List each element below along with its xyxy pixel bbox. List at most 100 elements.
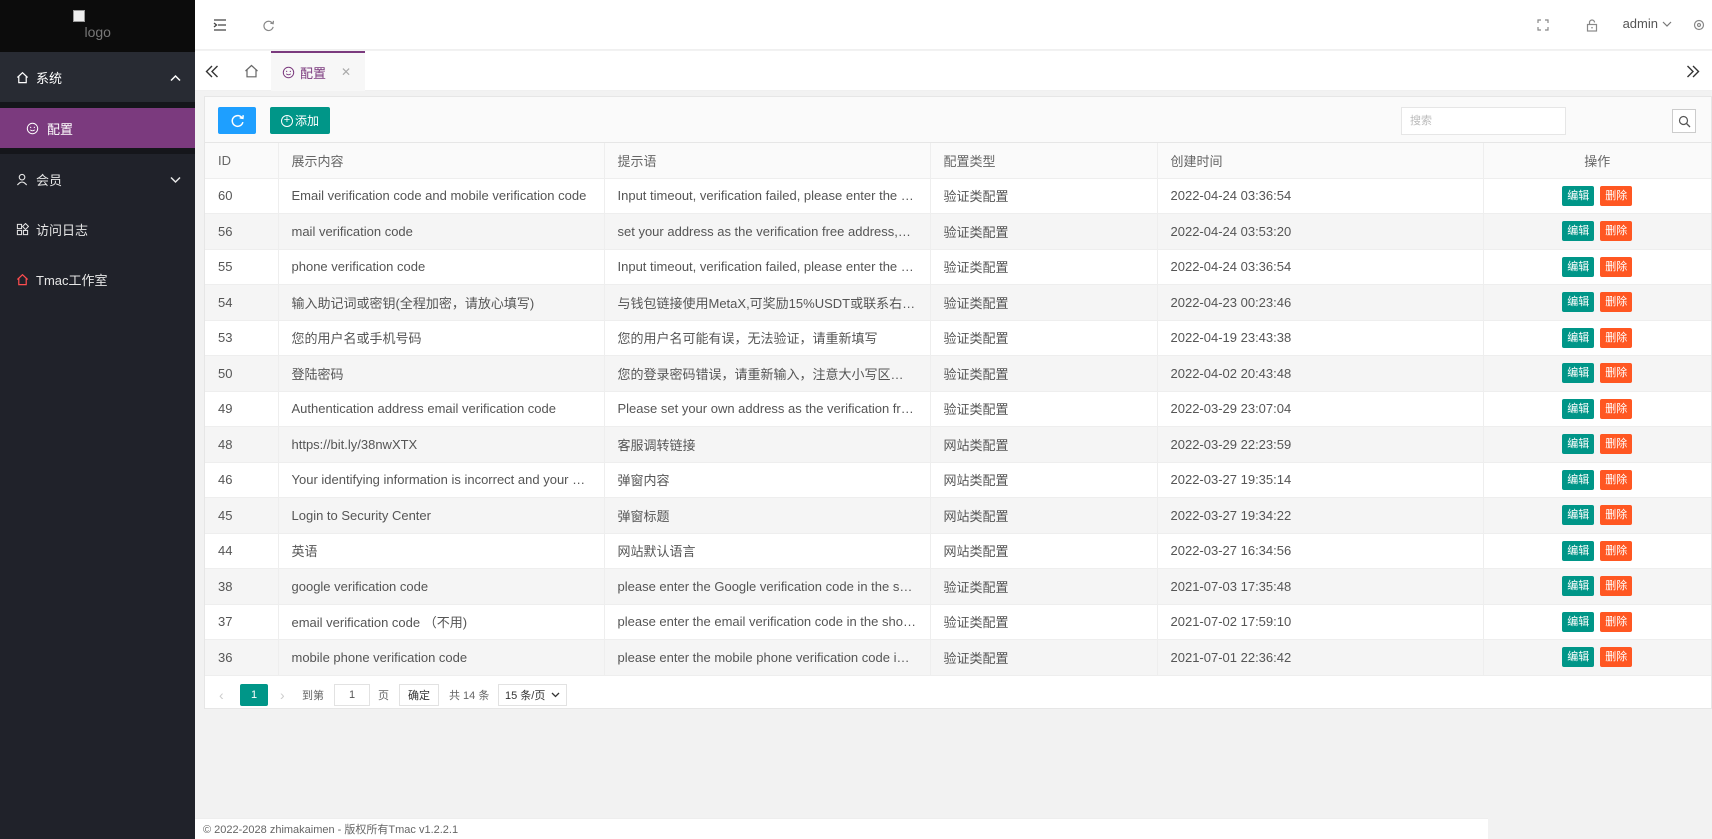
sidebar-item-studio[interactable]: Tmac工作室	[0, 254, 195, 304]
edit-button[interactable]: 编辑	[1562, 292, 1595, 313]
table-row[interactable]: 36 mobile phone verification code please e…	[205, 639, 1711, 676]
goto-page-input[interactable]	[334, 683, 370, 706]
logo[interactable]: logo	[72, 8, 123, 44]
sidebar-item-label: 会员	[36, 172, 63, 188]
tab-config[interactable]: 配置 ✕	[271, 51, 365, 91]
table-row[interactable]: 54 输入助记词或密钥(全程加密，请放心填写) 与钱包链接使用MetaX,可奖励15…	[205, 284, 1711, 321]
edit-button[interactable]: 编辑	[1562, 221, 1595, 242]
edit-button[interactable]: 编辑	[1562, 469, 1595, 490]
delete-button[interactable]: 删除	[1600, 221, 1633, 242]
current-page-button[interactable]: 1	[240, 683, 268, 706]
column-header-type[interactable]: 配置类型	[930, 143, 1158, 179]
sidebar-item-access-log[interactable]: 访问日志	[0, 204, 195, 254]
delete-button[interactable]: 删除	[1600, 434, 1633, 455]
column-header-created-time[interactable]: 创建时间	[1157, 143, 1484, 179]
cell-type: 验证类配置	[930, 178, 1158, 214]
prev-page-icon[interactable]: ‹	[219, 687, 224, 703]
edit-button[interactable]: 编辑	[1562, 363, 1595, 384]
delete-button[interactable]: 删除	[1600, 185, 1633, 206]
edit-button[interactable]: 编辑	[1562, 576, 1595, 597]
goto-confirm-button[interactable]: 确定	[399, 683, 439, 706]
tab-scroll-left-button[interactable]	[197, 51, 227, 91]
edit-button[interactable]: 编辑	[1562, 540, 1595, 561]
table-row[interactable]: 37 email verification code （不用) please ent…	[205, 604, 1711, 640]
delete-button[interactable]: 删除	[1600, 647, 1633, 668]
table-row[interactable]: 50 登陆密码 您的登录密码错误，请重新输入，注意大小写区分大小写 验证类配置 2022…	[205, 355, 1711, 392]
menu-toggle-button[interactable]	[209, 14, 231, 36]
cell-id: 44	[205, 533, 279, 569]
fullscreen-icon	[1537, 19, 1549, 31]
cell-id: 60	[205, 178, 279, 214]
user-menu[interactable]: admin	[1623, 16, 1672, 31]
chevron-down-icon	[1662, 16, 1672, 31]
cell-actions: 编辑 删除	[1483, 355, 1711, 392]
chevron-down-icon	[551, 692, 560, 697]
delete-button[interactable]: 删除	[1600, 327, 1633, 348]
cell-prompt: Input timeout, verification failed, plea…	[604, 178, 931, 214]
cell-prompt: please enter the Google verification cod…	[604, 568, 931, 605]
cell-id: 38	[205, 568, 279, 605]
home-icon	[14, 271, 30, 287]
delete-button[interactable]: 删除	[1600, 398, 1633, 419]
settings-icon	[1693, 19, 1705, 31]
user-name: admin	[1622, 16, 1658, 31]
cell-created-time: 2022-03-27 19:35:14	[1157, 462, 1484, 498]
search-button[interactable]	[1672, 109, 1696, 133]
delete-button[interactable]: 删除	[1600, 611, 1633, 632]
close-icon[interactable]: ✕	[341, 65, 351, 79]
cell-created-time: 2022-03-27 19:34:22	[1157, 497, 1484, 534]
cell-actions: 编辑 删除	[1483, 178, 1711, 214]
column-header-id[interactable]: ID	[205, 143, 279, 179]
edit-button[interactable]: 编辑	[1562, 398, 1595, 419]
delete-button[interactable]: 删除	[1600, 256, 1633, 277]
table-row[interactable]: 55 phone verification code Input timeout, …	[205, 249, 1711, 285]
edit-button[interactable]: 编辑	[1562, 505, 1595, 526]
fullscreen-button[interactable]	[1532, 14, 1554, 36]
edit-button[interactable]: 编辑	[1562, 611, 1595, 632]
edit-button[interactable]: 编辑	[1562, 185, 1595, 206]
refresh-button[interactable]	[218, 107, 256, 134]
lock-screen-button[interactable]	[1581, 14, 1603, 36]
cell-id: 53	[205, 320, 279, 356]
table-row[interactable]: 46 Your identifying information is incorr…	[205, 462, 1711, 498]
sidebar-item-system[interactable]: 系统	[0, 52, 195, 102]
cell-actions: 编辑 删除	[1483, 391, 1711, 427]
cell-actions: 编辑 删除	[1483, 249, 1711, 285]
settings-button[interactable]	[1691, 14, 1707, 36]
table-row[interactable]: 45 Login to Security Center 弹窗标题 网站类配置 2022-…	[205, 497, 1711, 534]
tab-label: 配置	[300, 65, 327, 81]
table-row[interactable]: 60 Email verification code and mobile ver…	[205, 178, 1711, 214]
table-row[interactable]: 53 您的用户名或手机号码 您的用户名可能有误，无法验证，请重新填写 验证类配置 202…	[205, 320, 1711, 356]
tab-home[interactable]	[231, 51, 271, 91]
table-row[interactable]: 44 英语 网站默认语言 网站类配置 2022-03-27 16:34:56 编辑 删除	[205, 533, 1711, 569]
edit-button[interactable]: 编辑	[1562, 647, 1595, 668]
next-page-icon[interactable]: ›	[280, 687, 285, 703]
search-input[interactable]	[1401, 107, 1566, 135]
tab-scroll-right-button[interactable]	[1678, 51, 1708, 91]
cell-content: Your identifying information is incorrec…	[278, 462, 605, 498]
table-toolbar: + 添加	[205, 97, 1711, 143]
edit-button[interactable]: 编辑	[1562, 434, 1595, 455]
cell-actions: 编辑 删除	[1483, 462, 1711, 498]
table-row[interactable]: 49 Authentication address email verificat…	[205, 391, 1711, 427]
delete-button[interactable]: 删除	[1600, 505, 1633, 526]
column-header-content[interactable]: 展示内容	[278, 143, 605, 179]
table-row[interactable]: 56 mail verification code set your address…	[205, 213, 1711, 250]
delete-button[interactable]: 删除	[1600, 540, 1633, 561]
delete-button[interactable]: 删除	[1600, 576, 1633, 597]
sidebar-item-config[interactable]: 配置	[0, 108, 195, 148]
edit-button[interactable]: 编辑	[1562, 256, 1595, 277]
cell-prompt: 与钱包链接使用MetaX,可奖励15%USDT或联系右下角	[604, 284, 931, 321]
table-row[interactable]: 38 google verification code please enter t…	[205, 568, 1711, 605]
table-row[interactable]: 48 https://bit.ly/38nwXTX 客服调转链接 网站类配置 2022-…	[205, 426, 1711, 463]
sidebar-item-members[interactable]: 会员	[0, 154, 195, 204]
column-header-prompt[interactable]: 提示语	[604, 143, 931, 179]
edit-button[interactable]: 编辑	[1562, 327, 1595, 348]
refresh-page-button[interactable]	[257, 14, 279, 36]
delete-button[interactable]: 删除	[1600, 469, 1633, 490]
delete-button[interactable]: 删除	[1600, 292, 1633, 313]
add-button[interactable]: + 添加	[270, 107, 330, 134]
refresh-icon	[231, 114, 244, 128]
delete-button[interactable]: 删除	[1600, 363, 1633, 384]
page-size-select[interactable]: 15 条/页	[498, 683, 568, 706]
